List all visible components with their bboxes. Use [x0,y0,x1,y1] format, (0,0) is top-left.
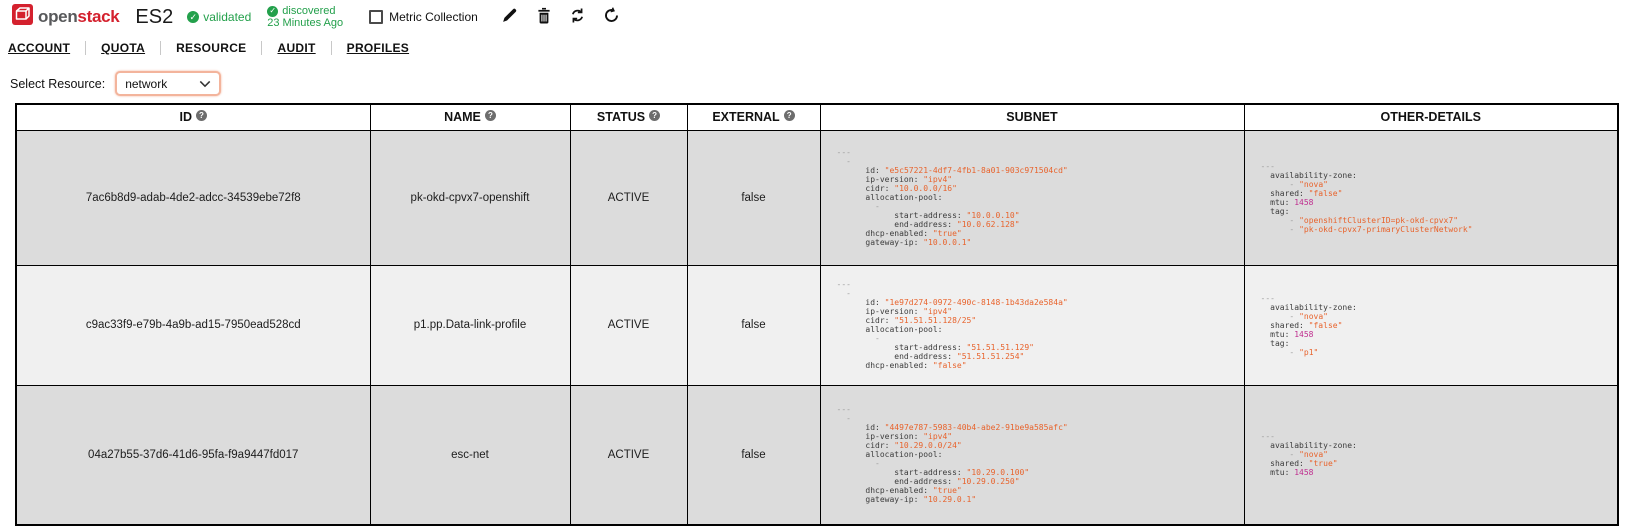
tab-profiles[interactable]: PROFILES [331,41,424,55]
subnet-yaml: --- - id: "4497e787-5983-40b4-abe2-91be9… [837,405,1244,504]
column-header-other-details: OTHER-DETAILS [1244,104,1618,130]
other-details-yaml: --- availability-zone: - "nova" shared: … [1261,162,1618,234]
column-label: SUBNET [1006,110,1057,124]
tab-resource[interactable]: RESOURCE [160,41,261,55]
help-icon[interactable]: ? [784,110,795,121]
tab-bar: ACCOUNTQUOTARESOURCEAUDITPROFILES [0,38,1625,58]
column-label: STATUS [597,110,645,124]
check-icon: ✓ [187,11,199,23]
resource-table: ID?NAME?STATUS?EXTERNAL?SUBNETOTHER-DETA… [15,103,1619,526]
openstack-logo: openstack [12,4,119,30]
cell-other-details: --- availability-zone: - "nova" shared: … [1244,265,1618,385]
column-header-name: NAME? [370,104,570,130]
metric-collection-checkbox[interactable] [369,10,383,24]
subnet-yaml: --- - id: "e5c57221-4df7-4fb1-8a01-903c9… [837,148,1244,247]
help-icon[interactable]: ? [196,110,207,121]
chevron-down-icon [199,77,211,91]
metric-collection-toggle[interactable]: Metric Collection [369,10,478,24]
cell-subnet: --- - id: "e5c57221-4df7-4fb1-8a01-903c9… [820,130,1244,265]
other-details-yaml: --- availability-zone: - "nova" shared: … [1261,432,1618,477]
cell-external: false [687,265,820,385]
validated-label: validated [203,10,251,24]
tab-account[interactable]: ACCOUNT [0,41,85,55]
edit-icon [501,7,518,27]
delete-button[interactable] [534,7,554,27]
edit-button[interactable] [500,7,520,27]
help-icon[interactable]: ? [485,110,496,121]
openstack-logo-icon [12,4,33,30]
sync-button[interactable] [568,7,588,27]
help-icon[interactable]: ? [649,110,660,121]
cell-external: false [687,385,820,525]
column-label: EXTERNAL [712,110,779,124]
cell-id: 04a27b55-37d6-41d6-95fa-f9a9447fd017 [16,385,370,525]
cell-status: ACTIVE [570,385,687,525]
refresh-icon [603,7,620,27]
cell-subnet: --- - id: "1e97d274-0972-490c-8148-1b43d… [820,265,1244,385]
discovered-time: 23 Minutes Ago [267,17,343,29]
refresh-button[interactable] [602,7,622,27]
table-header-row: ID?NAME?STATUS?EXTERNAL?SUBNETOTHER-DETA… [16,104,1618,130]
cell-status: ACTIVE [570,130,687,265]
other-details-yaml: --- availability-zone: - "nova" shared: … [1261,294,1618,357]
resource-select[interactable]: network [115,71,221,96]
column-header-status: STATUS? [570,104,687,130]
page: openstack ES2 ✓ validated ✓ discovered 2… [0,0,1625,526]
cell-status: ACTIVE [570,265,687,385]
cell-external: false [687,130,820,265]
table-row: 7ac6b8d9-adab-4de2-adcc-34539ebe72f8pk-o… [16,130,1618,265]
column-header-external: EXTERNAL? [687,104,820,130]
cell-subnet: --- - id: "4497e787-5983-40b4-abe2-91be9… [820,385,1244,525]
table-row: 04a27b55-37d6-41d6-95fa-f9a9447fd017esc-… [16,385,1618,525]
action-icons [500,7,622,27]
sync-icon [569,7,586,27]
openstack-wordmark: openstack [38,7,119,27]
cell-name: p1.pp.Data-link-profile [370,265,570,385]
select-resource-label: Select Resource: [10,77,105,91]
cell-other-details: --- availability-zone: - "nova" shared: … [1244,385,1618,525]
cell-other-details: --- availability-zone: - "nova" shared: … [1244,130,1618,265]
table-row: c9ac33f9-e79b-4a9b-ad15-7950ead528cdp1.p… [16,265,1618,385]
tab-quota[interactable]: QUOTA [85,41,160,55]
check-icon: ✓ [267,6,278,17]
cell-id: 7ac6b8d9-adab-4de2-adcc-34539ebe72f8 [16,130,370,265]
metric-collection-label: Metric Collection [389,10,478,24]
cell-name: esc-net [370,385,570,525]
discovered-label: discovered [282,5,335,17]
column-header-id: ID? [16,104,370,130]
topbar: openstack ES2 ✓ validated ✓ discovered 2… [0,0,1625,32]
subnet-yaml: --- - id: "1e97d274-0972-490c-8148-1b43d… [837,280,1244,370]
validated-badge: ✓ validated [187,10,251,24]
table-body: 7ac6b8d9-adab-4de2-adcc-34539ebe72f8pk-o… [16,130,1618,525]
page-title: ES2 [135,6,173,29]
resource-selector-row: Select Resource: network [10,71,1625,96]
column-label: NAME [444,110,481,124]
column-label: OTHER-DETAILS [1381,110,1481,124]
resource-table-wrap: ID?NAME?STATUS?EXTERNAL?SUBNETOTHER-DETA… [15,103,1625,526]
discovered-badge: ✓ discovered 23 Minutes Ago [267,5,343,29]
column-label: ID [180,110,193,124]
trash-icon [536,7,552,27]
cell-name: pk-okd-cpvx7-openshift [370,130,570,265]
column-header-subnet: SUBNET [820,104,1244,130]
tab-audit[interactable]: AUDIT [261,41,330,55]
resource-select-value: network [125,77,167,91]
cell-id: c9ac33f9-e79b-4a9b-ad15-7950ead528cd [16,265,370,385]
